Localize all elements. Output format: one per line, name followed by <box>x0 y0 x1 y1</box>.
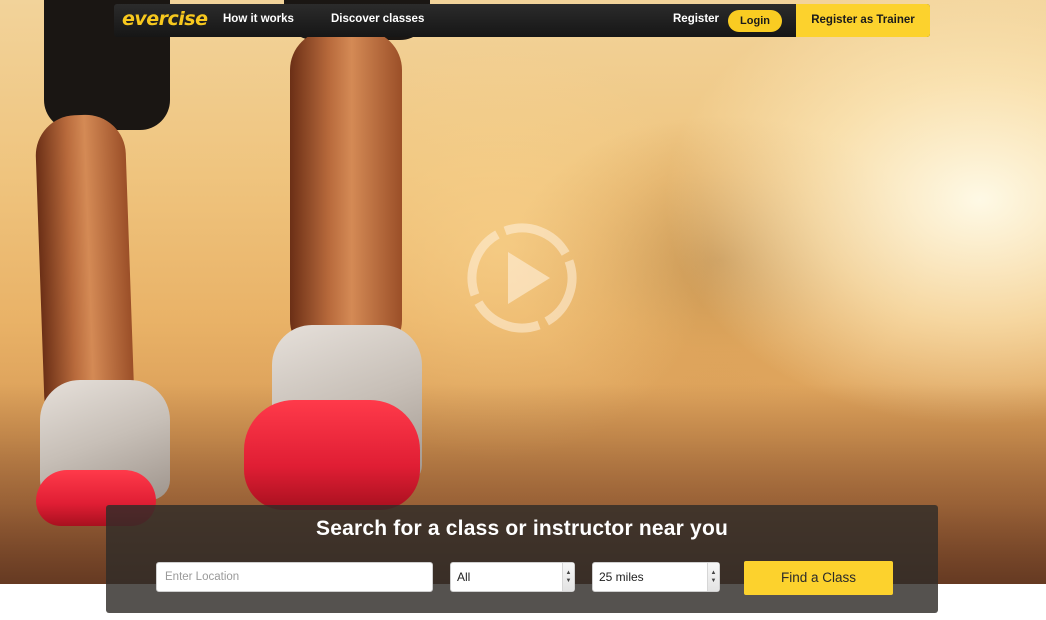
register-trainer-button[interactable]: Register as Trainer <box>796 4 930 37</box>
search-panel: Search for a class or instructor near yo… <box>106 505 938 613</box>
select-arrows-icon: ▲ ▼ <box>562 563 574 591</box>
runner-shoe-sole-right <box>244 400 420 510</box>
runner-leg-right <box>290 30 402 360</box>
nav-how-it-works[interactable]: How it works <box>223 13 294 25</box>
login-button[interactable]: Login <box>728 10 782 32</box>
distance-select[interactable]: 25 miles ▲ ▼ <box>592 562 720 592</box>
evercise-logo[interactable]: evercise <box>122 8 208 30</box>
nav-register[interactable]: Register <box>673 13 719 25</box>
nav-discover-classes[interactable]: Discover classes <box>331 13 424 25</box>
category-select-value: All <box>457 570 471 584</box>
location-input[interactable] <box>156 562 433 592</box>
top-navbar: evercise How it works Discover classes R… <box>114 4 930 37</box>
distance-select-value: 25 miles <box>599 570 644 584</box>
play-video-icon[interactable] <box>464 220 580 336</box>
find-class-button[interactable]: Find a Class <box>744 561 893 595</box>
category-select[interactable]: All ▲ ▼ <box>450 562 575 592</box>
select-arrows-icon: ▲ ▼ <box>707 563 719 591</box>
search-title: Search for a class or instructor near yo… <box>315 517 728 540</box>
